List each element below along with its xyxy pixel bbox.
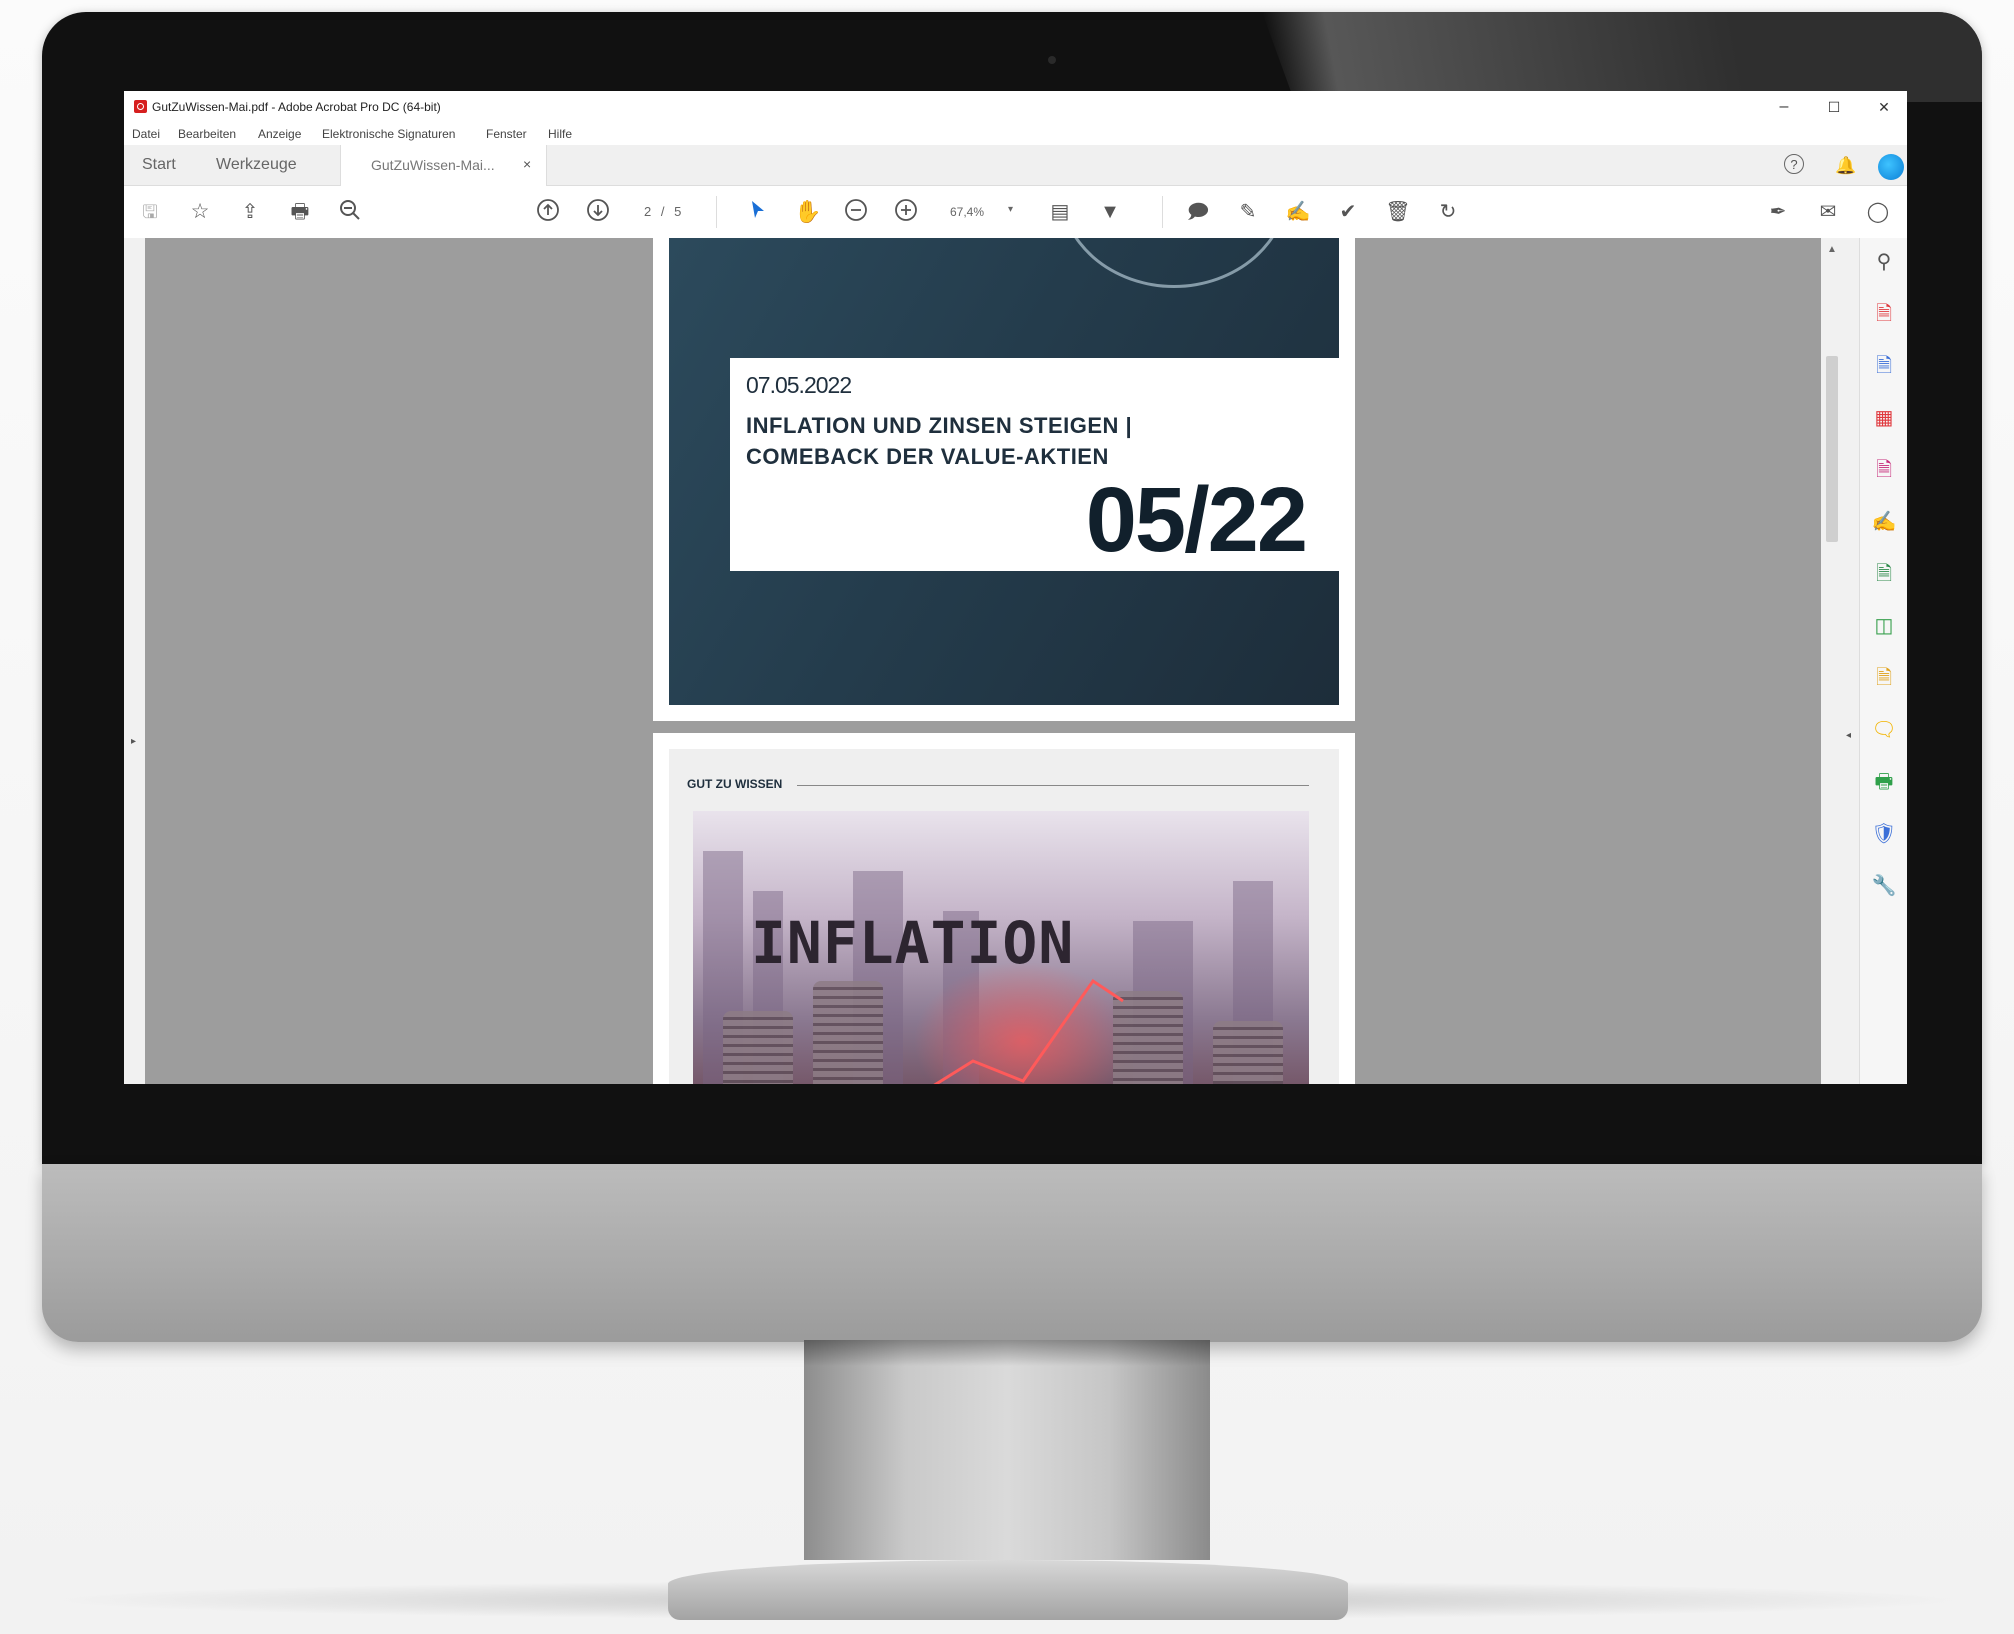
help-icon[interactable]: ? xyxy=(1784,154,1808,178)
bezel-reflection xyxy=(1262,12,1982,102)
email-icon[interactable]: ✉ xyxy=(1814,198,1842,226)
tab-bar: Start Werkzeuge GutZuWissen-Mai... × ? 🔔 xyxy=(124,145,1907,186)
menu-bar: Datei Bearbeiten Anzeige Elektronische S… xyxy=(124,123,1907,145)
tab-start[interactable]: Start xyxy=(142,145,176,185)
scroll-mode-icon[interactable]: ▼ xyxy=(1096,198,1124,226)
acrobat-window: GutZuWissen-Mai.pdf - Adobe Acrobat Pro … xyxy=(124,91,1907,1084)
sign-icon[interactable]: ✍ xyxy=(1284,198,1312,226)
monitor-stand-neck xyxy=(804,1340,1210,1560)
tab-tools[interactable]: Werkzeuge xyxy=(216,145,297,185)
zoom-search-icon[interactable]: ⚲ xyxy=(1870,248,1898,276)
toolbar-divider xyxy=(1162,196,1163,228)
issue-number: 05/22 xyxy=(1085,469,1308,571)
inflation-image: INFLATION xyxy=(693,811,1309,1084)
request-signature-icon[interactable]: 🗎 xyxy=(1870,664,1898,692)
menu-view[interactable]: Anzeige xyxy=(258,127,301,141)
page-display-icon[interactable]: ▤ xyxy=(1046,198,1074,226)
more-tools-icon[interactable]: 🔧 xyxy=(1870,872,1898,900)
monitor-stand-foot xyxy=(668,1560,1348,1620)
acrobat-logo-icon xyxy=(134,100,147,113)
monitor-chin xyxy=(42,1164,1982,1342)
create-pdf-icon[interactable]: 🗎 xyxy=(1870,352,1898,380)
star-icon[interactable]: ☆ xyxy=(186,198,214,226)
tools-pane: ⚲ 🗎 🗎 ▦ 🗎 ✍ 🗎 ◫ 🗎 🗨 🖶 🛡 🔧 xyxy=(1859,238,1907,1084)
stamp-icon[interactable]: ✔ xyxy=(1334,198,1362,226)
toolbar-divider xyxy=(716,196,717,228)
rotate-icon[interactable]: ↻ xyxy=(1434,198,1462,226)
page-2-content: GUT ZU WISSEN INFLATION xyxy=(669,749,1339,1084)
menu-help[interactable]: Hilfe xyxy=(548,127,572,141)
tools-pane-toggle[interactable]: ◂ xyxy=(1843,238,1859,1084)
zoom-out-search-icon[interactable] xyxy=(336,198,364,226)
vertical-scrollbar[interactable]: ▲ xyxy=(1821,238,1843,1084)
page-up-icon[interactable] xyxy=(534,198,562,226)
close-button[interactable]: ✕ xyxy=(1864,95,1904,119)
tab-document[interactable]: GutZuWissen-Mai... × xyxy=(340,145,547,186)
window-title: GutZuWissen-Mai.pdf - Adobe Acrobat Pro … xyxy=(152,100,441,114)
menu-edit[interactable]: Bearbeiten xyxy=(178,127,236,141)
zoom-level[interactable]: 67,4% xyxy=(950,205,984,219)
title-bar: GutZuWissen-Mai.pdf - Adobe Acrobat Pro … xyxy=(124,91,1907,123)
chevron-right-icon[interactable]: ▸ xyxy=(131,736,136,747)
issue-date: 07.05.2022 xyxy=(746,372,852,398)
scroll-up-icon[interactable]: ▲ xyxy=(1827,244,1837,255)
camera-icon xyxy=(1048,56,1056,64)
edit-pdf-icon[interactable]: 🗎 xyxy=(1870,456,1898,484)
section-heading: GUT ZU WISSEN xyxy=(687,777,783,791)
pdf-page-2: GUT ZU WISSEN INFLATION xyxy=(653,733,1355,1084)
bell-icon[interactable]: 🔔 xyxy=(1834,154,1858,178)
zoom-out-icon[interactable] xyxy=(842,198,870,226)
highlight-pen-icon[interactable]: ✎ xyxy=(1234,198,1262,226)
menu-e-signatures[interactable]: Elektronische Signaturen xyxy=(322,127,455,141)
comment-icon[interactable]: 🗩 xyxy=(1184,198,1212,226)
magnifier-lens-graphic xyxy=(1059,238,1289,288)
heading-rule xyxy=(797,785,1309,786)
toolbar: 🖫 ☆ ⇪ 🖶 2 / 5 ✋ 67,4% ▾ ▤ ▼ 🗩 ✎ ✍ ✔ 🗑 ↻ … xyxy=(124,186,1907,239)
send-for-review-icon[interactable]: 🗎 xyxy=(1870,560,1898,588)
comment-icon[interactable]: 🗨 xyxy=(1870,716,1898,744)
compare-icon[interactable]: ◫ xyxy=(1870,612,1898,640)
chevron-left-icon[interactable]: ◂ xyxy=(1846,730,1851,741)
share-icon[interactable]: ◯ xyxy=(1864,198,1892,226)
scrollbar-thumb[interactable] xyxy=(1826,356,1838,542)
profile-icon[interactable] xyxy=(1878,154,1904,180)
tab-document-label: GutZuWissen-Mai... xyxy=(371,157,495,173)
fill-sign-icon[interactable]: ✍ xyxy=(1870,508,1898,536)
print-icon[interactable]: 🖶 xyxy=(286,198,314,226)
pdf-page-1: 07.05.2022 INFLATION UND ZINSEN STEIGEN … xyxy=(653,238,1355,721)
tab-close-button[interactable]: × xyxy=(523,156,531,172)
protect-icon[interactable]: 🛡 xyxy=(1870,820,1898,848)
cover-image: 07.05.2022 INFLATION UND ZINSEN STEIGEN … xyxy=(669,238,1339,705)
page-down-icon[interactable] xyxy=(584,198,612,226)
organize-pages-icon[interactable]: ▦ xyxy=(1870,404,1898,432)
save-icon[interactable]: 🖫 xyxy=(136,198,164,226)
maximize-button[interactable]: ☐ xyxy=(1814,95,1854,119)
stand-shadow xyxy=(804,1340,1210,1366)
navigation-pane-toggle[interactable]: ▸ xyxy=(124,238,146,1084)
zoom-in-icon[interactable] xyxy=(892,198,920,226)
cover-title-box: 07.05.2022 INFLATION UND ZINSEN STEIGEN … xyxy=(730,358,1339,571)
export-pdf-icon[interactable]: 🗎 xyxy=(1870,300,1898,328)
hand-icon[interactable]: ✋ xyxy=(794,198,822,226)
upload-icon[interactable]: ⇪ xyxy=(236,198,264,226)
menu-window[interactable]: Fenster xyxy=(486,127,527,141)
inflation-image-text: INFLATION xyxy=(751,909,1075,977)
print-production-icon[interactable]: 🖶 xyxy=(1870,768,1898,796)
chevron-down-icon[interactable]: ▾ xyxy=(1008,204,1013,215)
page-indicator[interactable]: 2 / 5 xyxy=(644,204,684,219)
select-pointer-icon[interactable] xyxy=(744,198,772,226)
menu-file[interactable]: Datei xyxy=(132,127,160,141)
cover-headline-line1: INFLATION UND ZINSEN STEIGEN | xyxy=(746,413,1133,438)
fill-sign-icon[interactable]: ✒ xyxy=(1764,198,1792,226)
minimize-button[interactable]: – xyxy=(1764,95,1804,119)
cover-headline: INFLATION UND ZINSEN STEIGEN | COMEBACK … xyxy=(746,410,1306,472)
document-viewport[interactable]: 07.05.2022 INFLATION UND ZINSEN STEIGEN … xyxy=(145,238,1821,1084)
delete-icon[interactable]: 🗑 xyxy=(1384,198,1412,226)
